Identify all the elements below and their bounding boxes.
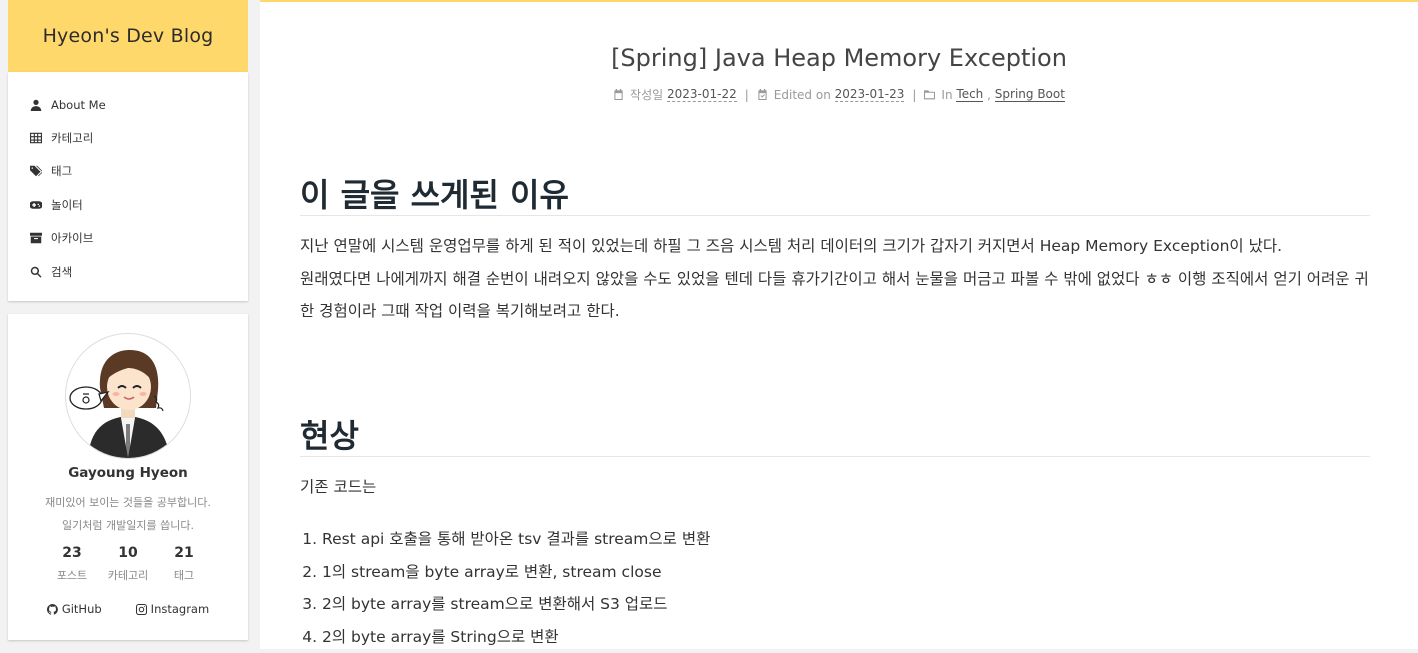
category-link-spring-boot[interactable]: Spring Boot <box>995 87 1065 102</box>
created-label: 작성일 <box>630 86 663 103</box>
edited-date: 2023-01-23 <box>835 87 905 102</box>
tags-icon <box>29 164 43 178</box>
section-symptom-intro: 기존 코드는 <box>300 471 1370 504</box>
folder-icon <box>924 89 935 100</box>
calendar-check-icon <box>757 89 768 100</box>
stat-label: 태그 <box>156 567 212 583</box>
profile-card: Gayoung Hyeon 재미있어 보이는 것들을 공부합니다. 일기처럼 개… <box>8 314 248 640</box>
profile-stats: 23 포스트 10 카테고리 21 태그 <box>8 545 248 583</box>
paragraph-line: 원래였다면 나에게까지 해결 순번이 내려오지 않았을 수도 있었을 텐데 다들… <box>300 263 1370 296</box>
profile-desc-line: 재미있어 보이는 것들을 공부합니다. <box>8 491 248 514</box>
gamepad-icon <box>29 198 43 212</box>
github-icon <box>47 604 58 615</box>
edited-label: Edited on <box>774 88 831 102</box>
profile-desc-line: 일기처럼 개발일지를 씁니다. <box>8 514 248 537</box>
menu-item-playground[interactable]: 놀이터 <box>8 188 248 221</box>
stat-posts[interactable]: 23 포스트 <box>44 545 100 583</box>
stat-categories[interactable]: 10 카테고리 <box>100 545 156 583</box>
social-links: GitHub Instagram <box>8 602 248 616</box>
sidebar-menu: About Me 카테고리 태그 놀이터 아카이브 <box>8 72 248 301</box>
stat-tags[interactable]: 21 태그 <box>156 545 212 583</box>
menu-list: About Me 카테고리 태그 놀이터 아카이브 <box>8 72 248 288</box>
stat-number: 10 <box>100 545 156 561</box>
menu-item-categories[interactable]: 카테고리 <box>8 121 248 154</box>
instagram-label: Instagram <box>151 602 210 616</box>
section-heading-symptom: 현상 <box>300 411 1370 457</box>
menu-item-about[interactable]: About Me <box>8 88 248 121</box>
created-date: 2023-01-22 <box>667 87 737 102</box>
steps-list: Rest api 호출을 통해 받아온 tsv 결과를 stream으로 변환 … <box>300 523 710 653</box>
menu-item-tags[interactable]: 태그 <box>8 155 248 188</box>
meta-categories: In Tech , Spring Boot <box>924 87 1065 102</box>
meta-separator: | <box>912 88 916 102</box>
section-heading-reason: 이 글을 쓰게된 이유 <box>300 170 1370 216</box>
paragraph-line: 지난 연말에 시스템 운영업무를 하게 된 적이 있었는데 하필 그 즈음 시스… <box>300 230 1370 263</box>
category-link-tech[interactable]: Tech <box>956 87 983 102</box>
grid-icon <box>29 131 43 145</box>
in-label: In <box>941 88 952 102</box>
search-icon <box>29 265 43 279</box>
menu-item-label: 검색 <box>51 264 72 280</box>
step-item: 1의 stream을 byte array로 변환, stream close <box>322 556 710 589</box>
stat-label: 카테고리 <box>100 567 156 583</box>
profile-description: 재미있어 보이는 것들을 공부합니다. 일기처럼 개발일지를 씁니다. <box>8 491 248 537</box>
post-meta: 작성일 2023-01-22 | Edited on 2023-01-23 | … <box>260 86 1418 103</box>
calendar-icon <box>613 89 624 100</box>
post-title: [Spring] Java Heap Memory Exception <box>260 44 1418 72</box>
post-main: [Spring] Java Heap Memory Exception 작성일 … <box>260 0 1418 649</box>
section-reason-text: 지난 연말에 시스템 운영업무를 하게 된 적이 있었는데 하필 그 즈음 시스… <box>300 230 1370 328</box>
menu-item-search[interactable]: 검색 <box>8 255 248 288</box>
instagram-link[interactable]: Instagram <box>136 602 210 616</box>
site-title[interactable]: Hyeon's Dev Blog <box>43 25 214 47</box>
step-item: 2의 byte array를 String으로 변환 <box>322 621 710 653</box>
github-label: GitHub <box>62 602 102 616</box>
menu-item-label: 아카이브 <box>51 230 93 246</box>
menu-item-label: About Me <box>51 98 106 112</box>
github-link[interactable]: GitHub <box>47 602 102 616</box>
meta-edited: Edited on 2023-01-23 <box>757 87 905 102</box>
meta-created: 작성일 2023-01-22 <box>613 86 737 103</box>
stat-label: 포스트 <box>44 567 100 583</box>
menu-item-archive[interactable]: 아카이브 <box>8 222 248 255</box>
archive-icon <box>29 231 43 245</box>
menu-item-label: 카테고리 <box>51 130 93 146</box>
paragraph-line: 한 경험이라 그때 작업 이력을 복기해보려고 한다. <box>300 295 1370 328</box>
instagram-icon <box>136 604 147 615</box>
user-icon <box>29 98 43 112</box>
stat-number: 23 <box>44 545 100 561</box>
meta-separator: | <box>745 88 749 102</box>
category-comma: , <box>987 88 991 102</box>
site-header: Hyeon's Dev Blog <box>8 0 248 72</box>
menu-item-label: 태그 <box>51 163 72 179</box>
profile-name: Gayoung Hyeon <box>8 465 248 481</box>
step-item: 2의 byte array를 stream으로 변환해서 S3 업로드 <box>322 588 710 621</box>
step-item: Rest api 호출을 통해 받아온 tsv 결과를 stream으로 변환 <box>322 523 710 556</box>
stat-number: 21 <box>156 545 212 561</box>
menu-item-label: 놀이터 <box>51 197 83 213</box>
avatar <box>65 333 191 459</box>
